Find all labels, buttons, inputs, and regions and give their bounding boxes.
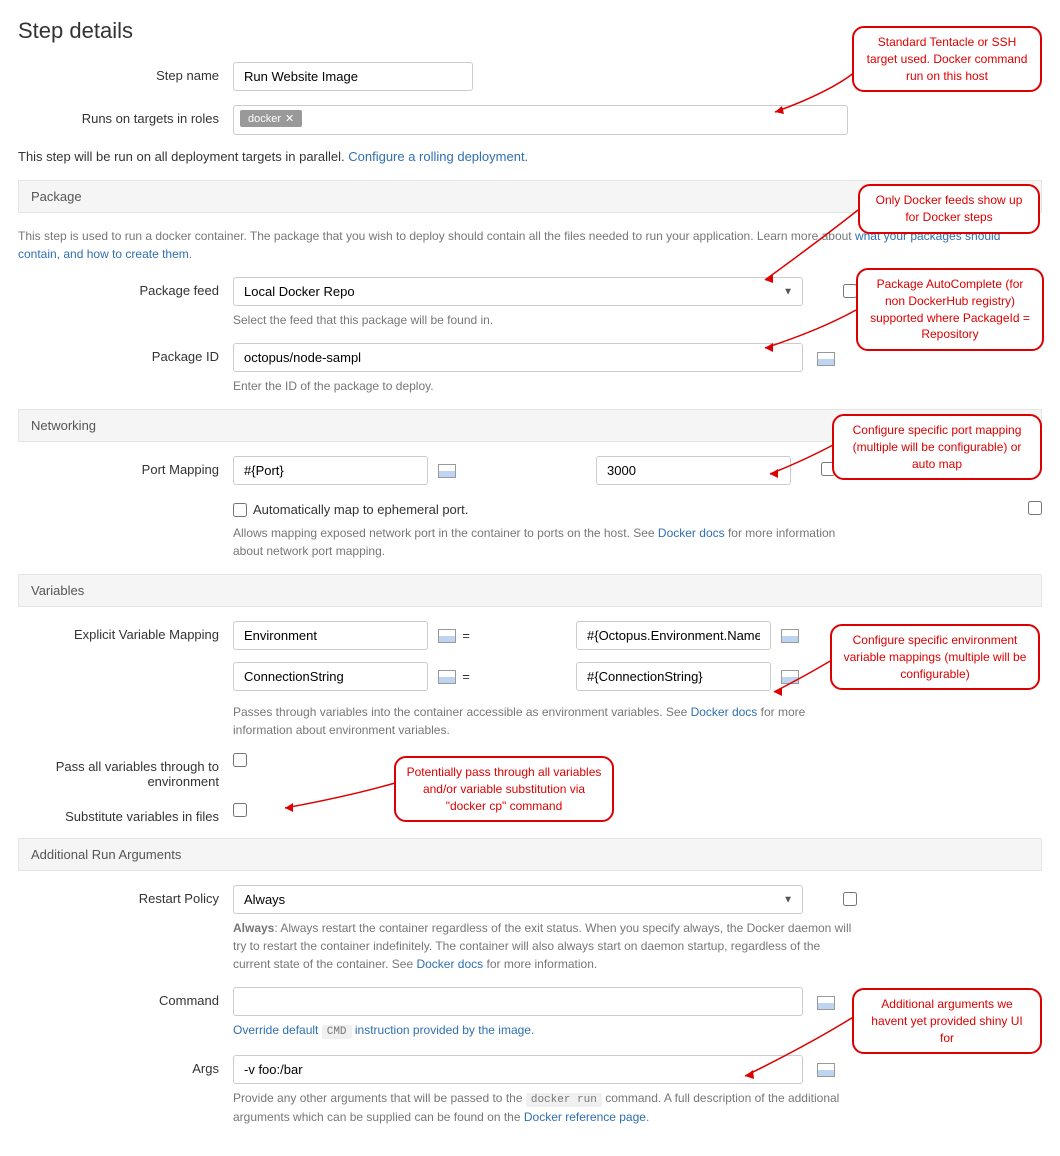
callout-port: Configure specific port mapping (multipl… bbox=[832, 414, 1042, 480]
callout-tentacle: Standard Tentacle or SSH target used. Do… bbox=[852, 26, 1042, 92]
substitute-checkbox[interactable] bbox=[233, 803, 247, 817]
remove-tag-icon[interactable]: ✕ bbox=[285, 113, 294, 125]
port-container-input[interactable] bbox=[596, 456, 791, 485]
package-id-input[interactable] bbox=[233, 343, 803, 372]
args-label: Args bbox=[18, 1055, 233, 1076]
equals-sign: = bbox=[456, 669, 476, 684]
role-tag[interactable]: docker✕ bbox=[240, 110, 302, 127]
port-host-input[interactable] bbox=[233, 456, 428, 485]
docker-docs-link[interactable]: Docker docs bbox=[691, 705, 758, 719]
docker-docs-link[interactable]: Docker docs bbox=[658, 526, 725, 540]
parallel-info: This step will be run on all deployment … bbox=[18, 149, 1042, 164]
variable-icon[interactable] bbox=[438, 670, 456, 684]
rolling-deployment-link[interactable]: Configure a rolling deployment. bbox=[348, 149, 528, 164]
callout-passall: Potentially pass through all variables a… bbox=[394, 756, 614, 822]
step-name-input[interactable] bbox=[233, 62, 473, 91]
docker-docs-link[interactable]: Docker docs bbox=[416, 957, 483, 971]
pass-all-checkbox[interactable] bbox=[233, 753, 247, 767]
docker-reference-link[interactable]: Docker reference page bbox=[524, 1110, 646, 1124]
substitute-label: Substitute variables in files bbox=[18, 803, 233, 824]
restart-policy-label: Restart Policy bbox=[18, 885, 233, 906]
variable-icon[interactable] bbox=[817, 996, 835, 1010]
var-key-input-0[interactable] bbox=[233, 621, 428, 650]
command-input[interactable] bbox=[233, 987, 803, 1016]
package-feed-label: Package feed bbox=[18, 277, 233, 298]
restart-checkbox[interactable] bbox=[843, 892, 857, 906]
restart-help: Always: Always restart the container reg… bbox=[233, 919, 853, 973]
equals-sign: = bbox=[456, 628, 476, 643]
callout-env: Configure specific environment variable … bbox=[830, 624, 1040, 690]
section-variables: Variables bbox=[18, 574, 1042, 607]
command-label: Command bbox=[18, 987, 233, 1008]
section-args: Additional Run Arguments bbox=[18, 838, 1042, 871]
explicit-var-label: Explicit Variable Mapping bbox=[18, 621, 233, 642]
variable-icon[interactable] bbox=[438, 629, 456, 643]
var-val-input-0[interactable] bbox=[576, 621, 771, 650]
step-name-label: Step name bbox=[18, 62, 233, 83]
callout-autocomplete: Package AutoComplete (for non DockerHub … bbox=[856, 268, 1044, 351]
var-val-input-1[interactable] bbox=[576, 662, 771, 691]
callout-feeds: Only Docker feeds show up for Docker ste… bbox=[858, 184, 1040, 234]
auto-map-label: Automatically map to ephemeral port. bbox=[253, 502, 468, 517]
runs-on-label: Runs on targets in roles bbox=[18, 105, 233, 126]
override-cmd-link[interactable]: Override default bbox=[233, 1023, 322, 1037]
variable-icon[interactable] bbox=[781, 629, 799, 643]
var-key-input-1[interactable] bbox=[233, 662, 428, 691]
restart-policy-select[interactable]: Always bbox=[233, 885, 803, 914]
callout-args: Additional arguments we havent yet provi… bbox=[852, 988, 1042, 1054]
networking-help: Allows mapping exposed network port in t… bbox=[233, 524, 853, 560]
variables-help: Passes through variables into the contai… bbox=[233, 703, 853, 739]
args-help: Provide any other arguments that will be… bbox=[233, 1089, 853, 1127]
auto-map-checkbox[interactable] bbox=[233, 503, 247, 517]
port-mapping-label: Port Mapping bbox=[18, 456, 233, 477]
variable-icon[interactable] bbox=[438, 464, 456, 478]
package-feed-select[interactable]: Local Docker Repo bbox=[233, 277, 803, 306]
package-id-help: Enter the ID of the package to deploy. bbox=[233, 377, 853, 395]
package-id-label: Package ID bbox=[18, 343, 233, 364]
args-input[interactable] bbox=[233, 1055, 803, 1084]
auto-map-side-checkbox[interactable] bbox=[1028, 501, 1042, 515]
roles-input[interactable]: docker✕ bbox=[233, 105, 848, 135]
pass-all-label: Pass all variables through to environmen… bbox=[18, 753, 233, 789]
